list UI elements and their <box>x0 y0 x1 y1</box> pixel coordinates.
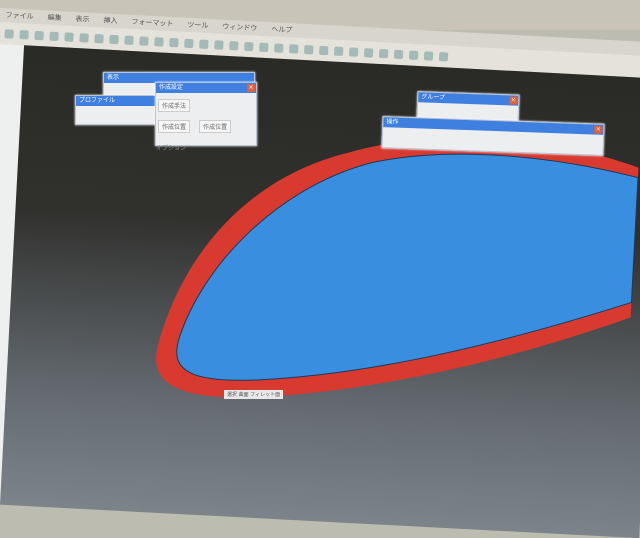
tool-icon[interactable] <box>139 35 149 46</box>
tool-icon[interactable] <box>408 49 419 60</box>
menu-help[interactable]: ヘルプ <box>271 24 292 35</box>
menu-tools[interactable]: ツール <box>187 20 208 31</box>
options-panel: 作成設定 × 作成手法 作成位置 作成位置 オプション <box>155 82 257 152</box>
option-checkbox[interactable]: オプション <box>156 145 186 152</box>
tool-icon[interactable] <box>438 51 449 62</box>
tool-icon[interactable] <box>348 46 359 57</box>
method-button[interactable]: 作成手法 <box>158 99 191 112</box>
tool-icon[interactable] <box>363 47 374 58</box>
tool-icon[interactable] <box>94 33 104 43</box>
options-title-text: 作成設定 <box>159 84 184 91</box>
tool-icon[interactable] <box>184 38 194 48</box>
group-panel-title[interactable]: グループ × <box>418 92 519 106</box>
tool-icon[interactable] <box>19 29 29 40</box>
close-icon[interactable]: × <box>509 96 518 105</box>
tool-icon[interactable] <box>244 41 254 51</box>
tools-title-text: 操作 <box>386 118 399 126</box>
tool-icon[interactable] <box>229 40 239 51</box>
menu-file[interactable]: ファイル <box>5 10 33 21</box>
tool-icon[interactable] <box>64 31 74 42</box>
menu-insert[interactable]: 挿入 <box>103 15 118 26</box>
tool-icon[interactable] <box>289 43 299 54</box>
tool-icon[interactable] <box>393 49 404 59</box>
tool-icon[interactable] <box>79 32 89 43</box>
menu-window[interactable]: ウィンドウ <box>222 22 257 34</box>
tool-icon[interactable] <box>319 45 329 55</box>
tool-icon[interactable] <box>109 34 119 44</box>
menu-edit[interactable]: 編集 <box>47 13 62 24</box>
tool-icon[interactable] <box>304 44 314 54</box>
tool-icon[interactable] <box>214 39 224 50</box>
position-button-1[interactable]: 作成位置 <box>158 120 191 133</box>
tool-icon[interactable] <box>274 42 284 53</box>
tool-icon[interactable] <box>259 42 269 52</box>
options-panel-title[interactable]: 作成設定 × <box>156 83 256 93</box>
menu-view[interactable]: 表示 <box>75 14 90 25</box>
tool-icon[interactable] <box>333 46 344 56</box>
app-window: ファイル 編集 表示 挿入 フォーマット ツール ウィンドウ ヘルプ <box>0 8 640 538</box>
tool-icon[interactable] <box>49 31 59 41</box>
close-icon[interactable]: × <box>247 84 255 92</box>
tool-icon[interactable] <box>4 28 14 39</box>
tool-icon[interactable] <box>378 48 389 58</box>
close-icon[interactable]: × <box>594 125 603 134</box>
status-label: 選択 曲面 フィレット面 <box>224 390 284 399</box>
tool-icon[interactable] <box>199 38 209 49</box>
tool-icon[interactable] <box>34 30 44 40</box>
position-button-2[interactable]: 作成位置 <box>199 120 232 133</box>
tool-icon[interactable] <box>124 35 134 45</box>
group-title-text: グループ <box>421 93 446 102</box>
tool-icon[interactable] <box>154 36 164 47</box>
menu-format[interactable]: フォーマット <box>131 17 173 29</box>
tool-icon[interactable] <box>423 50 434 61</box>
tool-icon[interactable] <box>169 37 179 47</box>
